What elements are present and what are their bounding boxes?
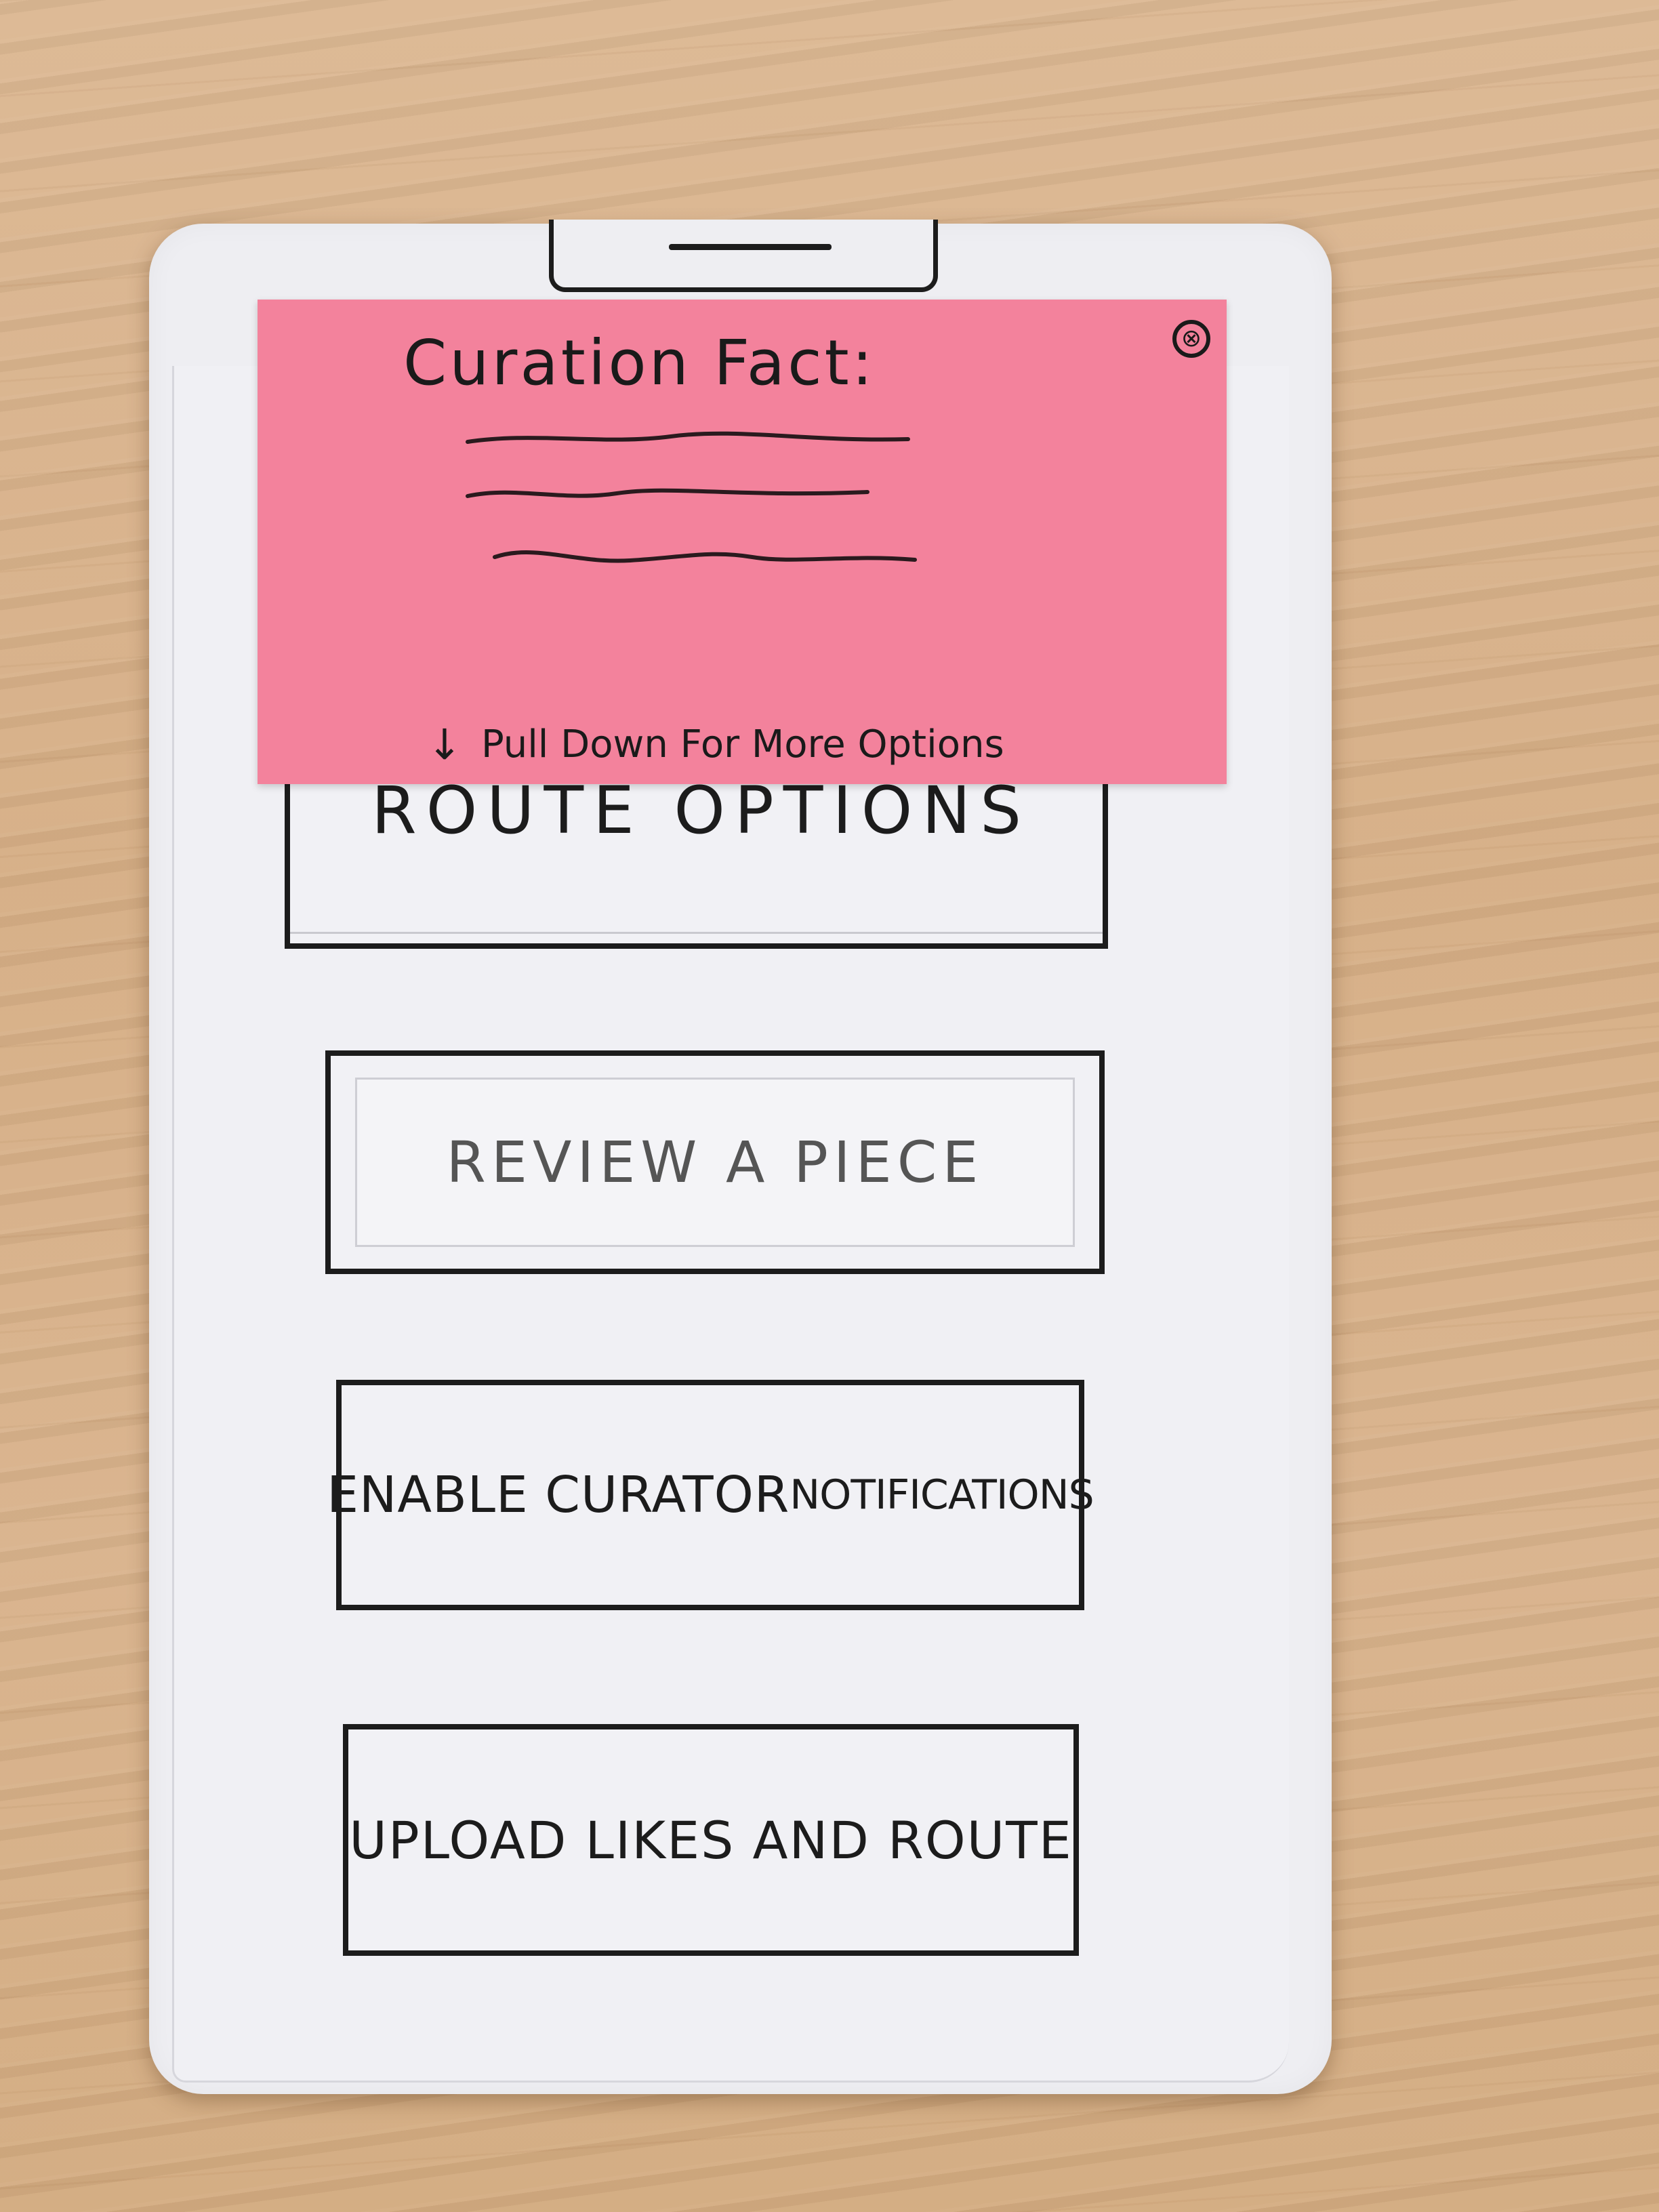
review-piece-label: REVIEW A PIECE [446, 1129, 984, 1195]
pull-down-label: Pull Down For More Options [480, 722, 1004, 766]
text-line [466, 488, 869, 498]
text-line [466, 431, 910, 444]
pull-down-hint[interactable]: ↓ Pull Down For More Options [427, 720, 1004, 769]
close-icon[interactable]: ⊗ [1172, 320, 1210, 358]
placeholder-text-lines [466, 431, 917, 563]
enable-notifications-label: ENABLE CURATOR [327, 1466, 790, 1524]
enable-notifications-label-small: NOTIFICATIONS [790, 1471, 1094, 1519]
upload-likes-label: UPLOAD LIKES AND ROUTE [349, 1809, 1073, 1870]
popup-title: Curation Fact: [403, 327, 876, 399]
review-piece-button[interactable]: REVIEW A PIECE [325, 1050, 1105, 1274]
text-line [493, 550, 917, 563]
upload-likes-button[interactable]: UPLOAD LIKES AND ROUTE [343, 1724, 1079, 1956]
close-glyph: ⊗ [1181, 325, 1202, 352]
phone-notch [549, 220, 938, 292]
divider [290, 932, 1103, 934]
enable-notifications-button[interactable]: ENABLE CURATOR NOTIFICATIONS [327, 1380, 1094, 1610]
phone-frame: ROUTE OPTIONS REVIEW A PIECE ENABLE CURA… [149, 220, 1332, 2094]
curation-fact-popup[interactable]: Curation Fact: ⊗ ↓ Pull Down For More Op… [258, 300, 1227, 784]
speaker-icon [669, 244, 832, 250]
arrow-down-icon: ↓ [427, 720, 462, 769]
